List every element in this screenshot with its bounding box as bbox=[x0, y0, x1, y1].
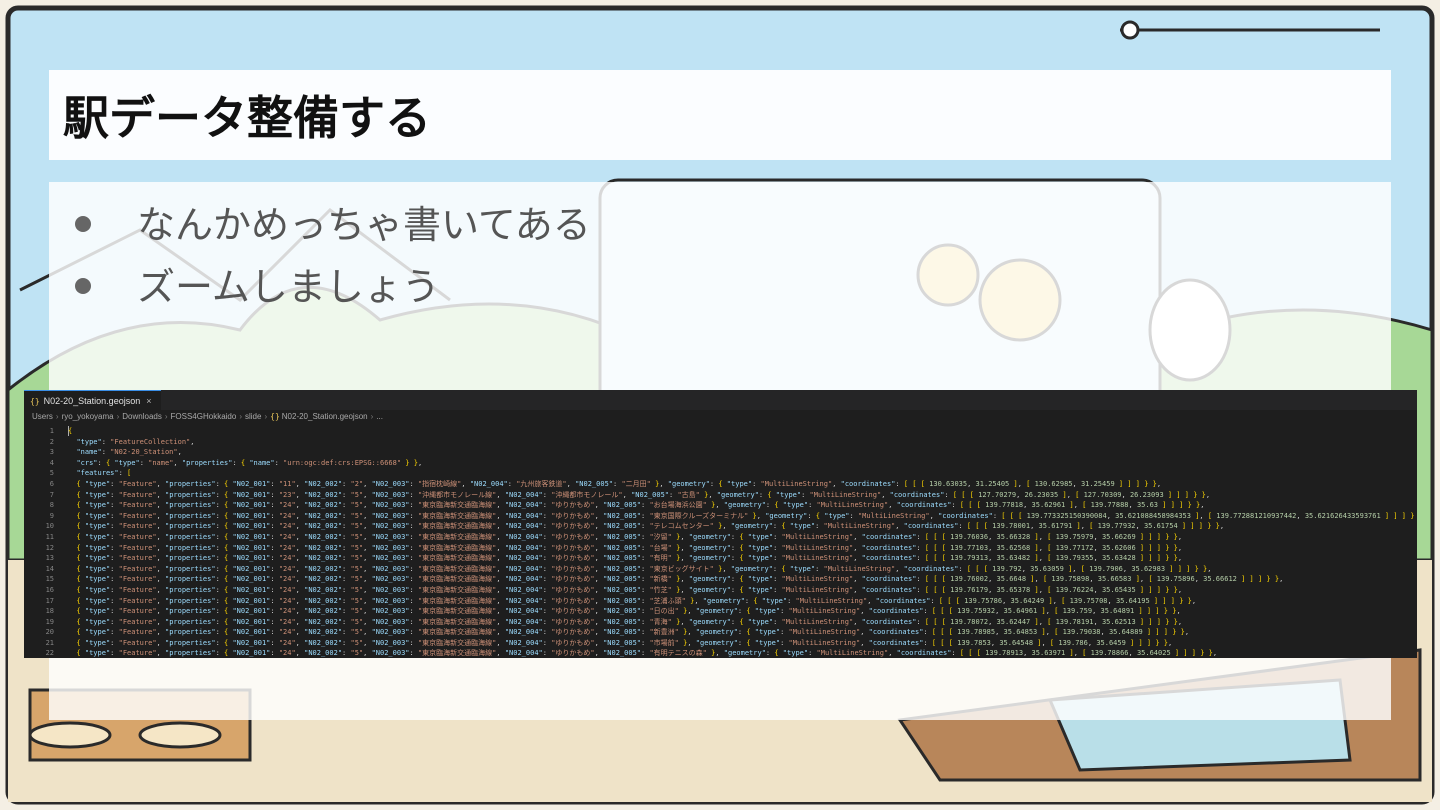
line-number: 14 bbox=[45, 564, 54, 573]
code-line: 3 "name": "N02-20_Station", bbox=[24, 447, 1417, 458]
chevron-right-icon: › bbox=[164, 412, 168, 421]
code-text: { "type": "Feature", "properties": { "N0… bbox=[76, 585, 1183, 594]
code-text: { "type": "Feature", "properties": { "N0… bbox=[76, 638, 1173, 647]
line-number: 16 bbox=[45, 585, 54, 594]
json-file-icon: {} bbox=[30, 397, 40, 406]
code-line: 11 { "type": "Feature", "properties": { … bbox=[24, 532, 1417, 543]
slide-frame: 駅データ整備する なんかめっちゃ書いてある ズームしましょう {} N02-20_… bbox=[0, 0, 1440, 810]
line-number: 6 bbox=[49, 479, 54, 488]
breadcrumb: Users › ryo_yokoyama › Downloads › FOSS4GHokka… bbox=[24, 410, 1417, 424]
bullet-item: ズームしましょう bbox=[75, 256, 591, 318]
code-area[interactable]: 1{2 "type": "FeatureCollection", 3 "name"… bbox=[24, 426, 1417, 658]
code-text: "features": [ bbox=[76, 469, 132, 478]
bullet-list: なんかめっちゃ書いてある ズームしましょう bbox=[75, 194, 591, 318]
code-text: { "type": "Feature", "properties": { "N0… bbox=[76, 554, 1183, 563]
code-line: 6 { "type": "Feature", "properties": { "… bbox=[24, 479, 1417, 490]
breadcrumb-trailing[interactable]: ... bbox=[376, 412, 383, 421]
code-line: 20 { "type": "Feature", "properties": { … bbox=[24, 627, 1417, 638]
code-text: "crs": { "type": "name", "properties": {… bbox=[76, 458, 423, 467]
line-number: 9 bbox=[49, 511, 54, 520]
code-line: 13 { "type": "Feature", "properties": { … bbox=[24, 553, 1417, 564]
breadcrumb-item[interactable]: slide bbox=[245, 412, 261, 421]
line-number: 19 bbox=[45, 617, 54, 626]
code-line: 16 { "type": "Feature", "properties": { … bbox=[24, 585, 1417, 596]
breadcrumb-file[interactable]: N02-20_Station.geojson bbox=[282, 412, 368, 421]
code-line: 4 "crs": { "type": "name", "properties":… bbox=[24, 458, 1417, 469]
bullet-text: なんかめっちゃ書いてある bbox=[137, 203, 591, 247]
code-text: { "type": "Feature", "properties": { "N0… bbox=[76, 564, 1212, 573]
line-number: 7 bbox=[49, 490, 54, 499]
code-line: 5 "features": [ bbox=[24, 468, 1417, 479]
line-number: 2 bbox=[49, 437, 54, 446]
code-line: 7 { "type": "Feature", "properties": { "… bbox=[24, 490, 1417, 501]
line-number: 11 bbox=[45, 532, 54, 541]
code-line: 1{ bbox=[24, 426, 1417, 437]
code-line: 18 { "type": "Feature", "properties": { … bbox=[24, 606, 1417, 617]
line-number: 20 bbox=[45, 628, 54, 637]
code-line: 12 { "type": "Feature", "properties": { … bbox=[24, 543, 1417, 554]
title-panel: 駅データ整備する bbox=[49, 70, 1391, 160]
line-number: 17 bbox=[45, 596, 54, 605]
chevron-right-icon: › bbox=[239, 412, 242, 421]
code-text: { "type": "Feature", "properties": { "N0… bbox=[76, 596, 1197, 605]
tab-label: N02-20_Station.geojson bbox=[43, 396, 141, 406]
code-line: 19 { "type": "Feature", "properties": { … bbox=[24, 617, 1417, 628]
breadcrumb-item[interactable]: Users bbox=[32, 412, 53, 421]
line-number: 1 bbox=[49, 427, 54, 435]
line-number: 18 bbox=[45, 607, 54, 616]
code-text: { "type": "Feature", "properties": { "N0… bbox=[76, 501, 1205, 510]
code-text: { "type": "Feature", "properties": { "N0… bbox=[76, 543, 1183, 552]
code-text: { bbox=[68, 427, 73, 435]
line-number: 10 bbox=[45, 522, 54, 531]
code-line: 14 { "type": "Feature", "properties": { … bbox=[24, 564, 1417, 575]
line-number: 8 bbox=[49, 501, 54, 510]
code-text: { "type": "Feature", "properties": { "N0… bbox=[76, 479, 1162, 488]
code-text: { "type": "Feature", "properties": { "N0… bbox=[76, 617, 1183, 626]
code-text: { "type": "Feature", "properties": { "N0… bbox=[76, 511, 1415, 520]
code-line: 2 "type": "FeatureCollection", bbox=[24, 437, 1417, 448]
code-line: 8 { "type": "Feature", "properties": { "… bbox=[24, 500, 1417, 511]
line-number: 21 bbox=[45, 638, 54, 647]
code-text: "name": "N02-20_Station", bbox=[76, 448, 182, 457]
code-text: { "type": "Feature", "properties": { "N0… bbox=[76, 575, 1284, 584]
code-line: 15 { "type": "Feature", "properties": { … bbox=[24, 574, 1417, 585]
chevron-right-icon: › bbox=[264, 412, 268, 421]
code-text: { "type": "Feature", "properties": { "N0… bbox=[76, 490, 1211, 499]
slide-title: 駅データ整備する bbox=[63, 91, 431, 145]
chevron-right-icon: › bbox=[370, 412, 374, 421]
json-file-icon: {} bbox=[270, 412, 280, 421]
code-text: "type": "FeatureCollection", bbox=[76, 437, 195, 446]
breadcrumb-item[interactable]: ryo_yokoyama bbox=[62, 412, 114, 421]
code-line: 17 { "type": "Feature", "properties": { … bbox=[24, 596, 1417, 607]
line-number: 12 bbox=[45, 543, 54, 552]
bullet-text: ズームしましょう bbox=[137, 265, 440, 309]
code-editor-screenshot: {} N02-20_Station.geojson × Users › ryo_yoko… bbox=[24, 390, 1417, 658]
line-number: 22 bbox=[45, 649, 54, 658]
breadcrumb-item[interactable]: Downloads bbox=[122, 412, 162, 421]
line-number: 4 bbox=[49, 458, 54, 467]
editor-tab[interactable]: {} N02-20_Station.geojson × bbox=[24, 390, 162, 410]
code-text: { "type": "Feature", "properties": { "N0… bbox=[76, 522, 1225, 531]
code-line: 10 { "type": "Feature", "properties": { … bbox=[24, 521, 1417, 532]
bullet-dot-icon bbox=[75, 215, 91, 232]
breadcrumb-item[interactable]: FOSS4GHokkaido bbox=[171, 412, 237, 421]
close-icon[interactable]: × bbox=[146, 396, 151, 406]
code-line: 21 { "type": "Feature", "properties": { … bbox=[24, 638, 1417, 649]
code-text: { "type": "Feature", "properties": { "N0… bbox=[76, 532, 1183, 541]
chevron-right-icon: › bbox=[116, 412, 120, 421]
code-text: { "type": "Feature", "properties": { "N0… bbox=[76, 628, 1190, 637]
bullet-item: なんかめっちゃ書いてある bbox=[75, 194, 591, 256]
line-number: 5 bbox=[49, 469, 54, 478]
bullet-dot-icon bbox=[75, 277, 91, 294]
code-text: { "type": "Feature", "properties": { "N0… bbox=[76, 649, 1218, 658]
line-number: 13 bbox=[45, 554, 54, 563]
code-text: { "type": "Feature", "properties": { "N0… bbox=[76, 607, 1181, 616]
editor-tab-bar: {} N02-20_Station.geojson × bbox=[24, 390, 1417, 410]
line-number: 3 bbox=[49, 448, 54, 457]
code-line: 9 { "type": "Feature", "properties": { "… bbox=[24, 511, 1417, 522]
chevron-right-icon: › bbox=[55, 412, 59, 421]
code-line: 22 { "type": "Feature", "properties": { … bbox=[24, 648, 1417, 658]
line-number: 15 bbox=[45, 575, 54, 584]
